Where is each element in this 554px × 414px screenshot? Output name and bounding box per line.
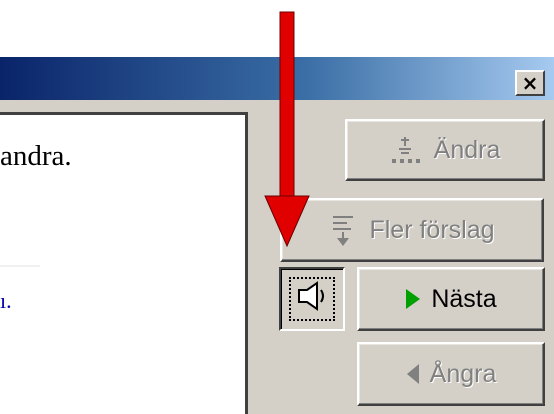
down-arrow-icon <box>264 11 310 248</box>
